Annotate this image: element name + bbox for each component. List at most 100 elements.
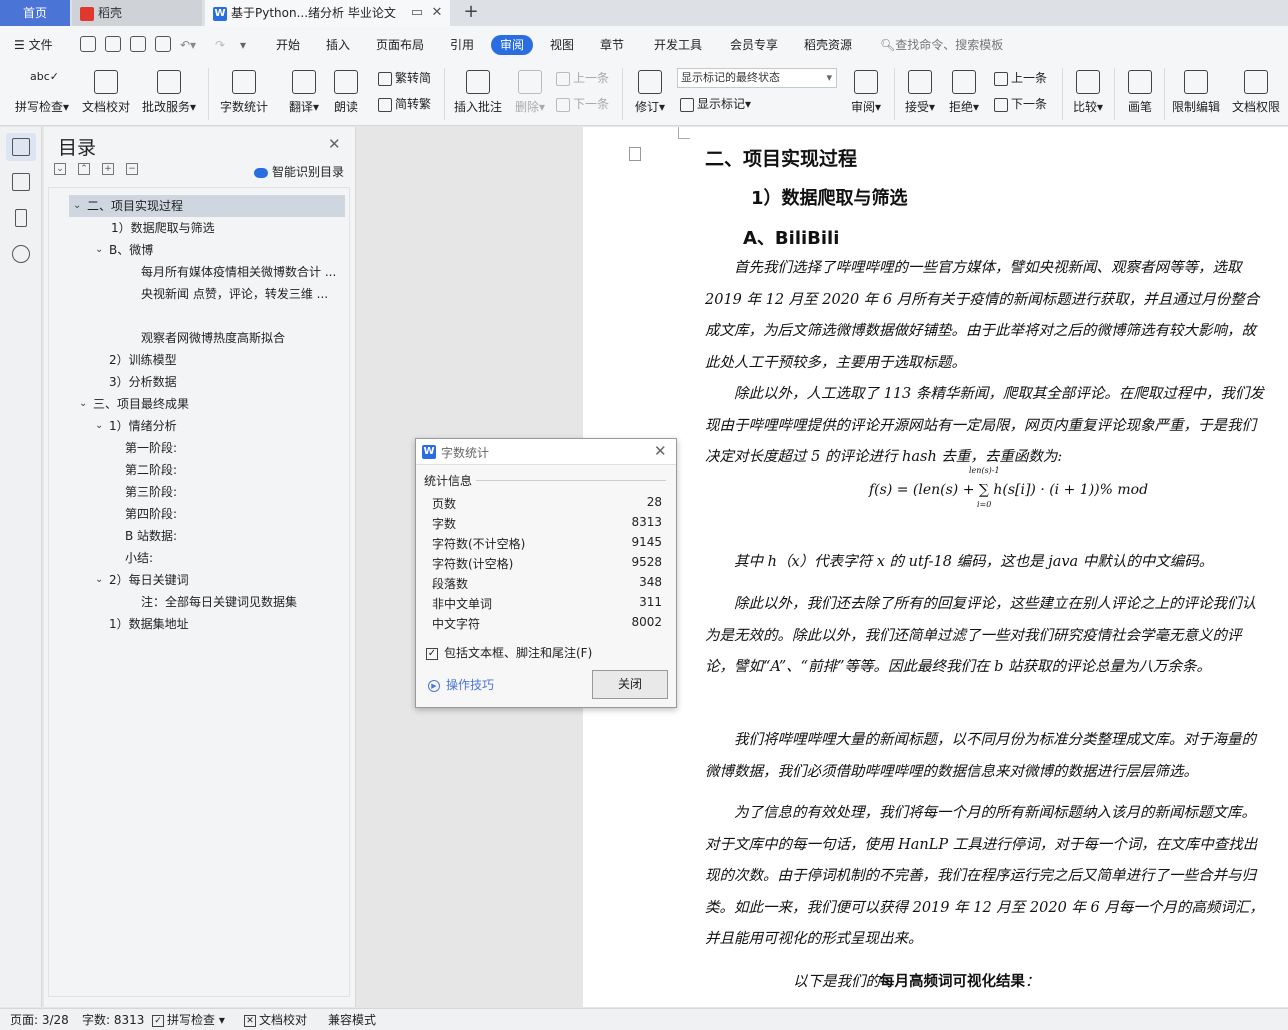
compare-button[interactable]: 比较▾ (1070, 70, 1106, 115)
next-comment-button[interactable]: 下一条 (556, 95, 609, 113)
caret-down-icon[interactable]: ⌄ (79, 393, 87, 415)
menu-review[interactable]: 审阅 (491, 35, 534, 55)
toc-close-icon[interactable]: ✕ (328, 135, 341, 153)
file-menu[interactable]: ☰ 文件 (14, 35, 53, 55)
status-spell-check[interactable]: ✓ 拼写检查 ▾ (152, 1012, 225, 1028)
hash-formula: f(s) = (len(s) + ∑ h(s[i]) · (i + 1))% m… (869, 466, 1148, 509)
doc-permission-button[interactable]: 文档权限 (1230, 70, 1282, 115)
menu-insert[interactable]: 插入 (326, 35, 350, 55)
proofread-button[interactable]: 文档校对 (80, 70, 132, 115)
play-icon: ▶ (428, 679, 440, 692)
chapter-nav-icon[interactable] (12, 173, 30, 191)
command-search[interactable]: 🔍︎查找命令、搜索模板 (880, 35, 1003, 55)
word-count-indicator[interactable]: 字数: 8313 (82, 1012, 144, 1028)
toc-item[interactable]: ⌄ 二、项目实现过程 (69, 195, 345, 217)
prev-change-button[interactable]: 上一条 (994, 69, 1047, 87)
simp-to-trad-button[interactable]: 简转繁 (378, 95, 431, 113)
find-icon[interactable] (12, 245, 30, 263)
export-pdf-icon[interactable] (105, 36, 121, 52)
caret-down-icon[interactable]: ⌄ (95, 415, 103, 437)
document-page[interactable]: 二、项目实现过程 1）数据爬取与筛选 A、BiliBili 首先我们选择了哔哩哔… (583, 127, 1288, 1007)
tab-document[interactable]: W 基于Python...绪分析 毕业论文 ▭ ✕ (205, 0, 450, 26)
toc-item[interactable]: 第三阶段: (125, 481, 177, 503)
word-count-button[interactable]: 字数统计 (218, 70, 270, 115)
tab-screen-icon[interactable]: ▭ (408, 4, 426, 22)
menu-layout[interactable]: 页面布局 (376, 35, 424, 55)
read-aloud-button[interactable]: 朗读 (330, 70, 362, 115)
markup-state-select[interactable]: 显示标记的最终状态 (677, 68, 837, 88)
tab-close-icon[interactable]: ✕ (428, 4, 446, 22)
prev-comment-button[interactable]: 上一条 (556, 69, 609, 87)
checkbox-checked-icon: ✓ (426, 647, 438, 660)
save-icon[interactable] (80, 36, 96, 52)
translate-button[interactable]: 翻译▾ (284, 70, 324, 115)
insert-comment-button[interactable]: 插入批注 (452, 70, 504, 115)
ribbon-separator (894, 68, 895, 120)
bookmark-icon[interactable] (15, 209, 27, 227)
next-change-button[interactable]: 下一条 (994, 95, 1047, 113)
toc-item[interactable]: 央视新闻 点赞，评论，转发三维 ... (141, 283, 328, 305)
status-proofread[interactable]: ✕ 文档校对 (244, 1012, 307, 1028)
toc-item[interactable]: 注：全部每日关键词见数据集 (141, 591, 297, 613)
menu-reference[interactable]: 引用 (450, 35, 474, 55)
paragraph-format-icon[interactable] (629, 147, 641, 161)
menu-chapter[interactable]: 章节 (600, 35, 624, 55)
undo-icon[interactable]: ↶▾ (180, 35, 196, 55)
menu-member[interactable]: 会员专享 (730, 35, 778, 55)
toc-item[interactable]: 1）数据爬取与筛选 (111, 217, 215, 239)
dialog-titlebar[interactable]: W 字数统计 ✕ (416, 439, 676, 465)
revise-service-button[interactable]: 批改服务▾ (138, 70, 200, 115)
toc-item[interactable]: 每月所有媒体疫情相关微博数合计 ... (141, 261, 336, 283)
collapse-all-icon[interactable]: ⌄ (54, 163, 66, 175)
toc-item[interactable]: 2）训练模型 (109, 349, 177, 371)
toc-item[interactable]: ⌄ 2）每日关键词 (91, 569, 189, 591)
toc-panel-icon[interactable] (12, 138, 30, 156)
caret-down-icon[interactable]: ⌄ (95, 239, 103, 261)
page-indicator[interactable]: 页面: 3/28 (10, 1012, 69, 1028)
accept-button[interactable]: 接受▾ (902, 70, 938, 115)
toc-item[interactable]: 观察者网微博热度高斯拟合 (141, 327, 285, 349)
review-pane-button[interactable]: 审阅▾ (846, 70, 886, 115)
customize-quick-access-icon[interactable]: ▾ (240, 35, 246, 55)
close-button[interactable]: 关闭 (592, 670, 668, 699)
delete-comment-button[interactable]: 删除▾ (510, 70, 550, 115)
toc-item[interactable]: ⌄ 三、项目最终成果 (75, 393, 189, 415)
expand-up-icon[interactable]: ⌃ (78, 163, 90, 175)
toc-item[interactable]: 第四阶段: (125, 503, 177, 525)
redo-icon[interactable]: ↷ (215, 35, 225, 55)
print-preview-icon[interactable] (155, 36, 171, 52)
track-changes-button[interactable]: 修订▾ (630, 70, 670, 115)
include-textbox-checkbox[interactable]: ✓ 包括文本框、脚注和尾注(F) (426, 644, 592, 661)
smart-toc-button[interactable]: 智能识别目录 (254, 163, 344, 180)
caret-down-icon[interactable]: ⌄ (73, 195, 81, 217)
toc-item[interactable]: ⌄ 1）情绪分析 (91, 415, 177, 437)
pen-button[interactable]: 画笔 (1122, 70, 1158, 115)
compare-icon (1076, 70, 1100, 94)
menu-start[interactable]: 开始 (276, 35, 300, 55)
toc-item[interactable]: 第二阶段: (125, 459, 177, 481)
toc-item[interactable]: B 站数据: (125, 525, 177, 547)
spell-check-button[interactable]: abc✓ 拼写检查▾ (12, 70, 72, 115)
tab-daoke[interactable]: 稻壳 (72, 0, 202, 26)
remove-heading-icon[interactable]: − (126, 163, 138, 175)
toc-item[interactable]: ⌄ B、微博 (91, 239, 153, 261)
toc-item[interactable]: 第一阶段: (125, 437, 177, 459)
restrict-edit-button[interactable]: 限制编辑 (1170, 70, 1222, 115)
tab-home[interactable]: 首页 (0, 0, 70, 26)
caret-down-icon[interactable]: ⌄ (95, 569, 103, 591)
print-icon[interactable] (130, 36, 146, 52)
menu-daoke-resources[interactable]: 稻壳资源 (804, 35, 852, 55)
read-aloud-icon (334, 70, 358, 94)
menu-view[interactable]: 视图 (550, 35, 574, 55)
dialog-close-icon[interactable]: ✕ (654, 442, 667, 460)
menu-dev-tools[interactable]: 开发工具 (654, 35, 702, 55)
toc-item[interactable]: 1）数据集地址 (109, 613, 189, 635)
tips-link[interactable]: ▶ 操作技巧 (428, 676, 494, 693)
add-tab-button[interactable]: + (460, 2, 482, 24)
trad-to-simp-button[interactable]: 繁转简 (378, 69, 431, 87)
toc-item[interactable]: 小结: (125, 547, 153, 569)
show-markup-button[interactable]: 显示标记▾ (680, 95, 751, 113)
toc-item[interactable]: 3）分析数据 (109, 371, 177, 393)
add-heading-icon[interactable]: + (102, 163, 114, 175)
reject-button[interactable]: 拒绝▾ (946, 70, 982, 115)
